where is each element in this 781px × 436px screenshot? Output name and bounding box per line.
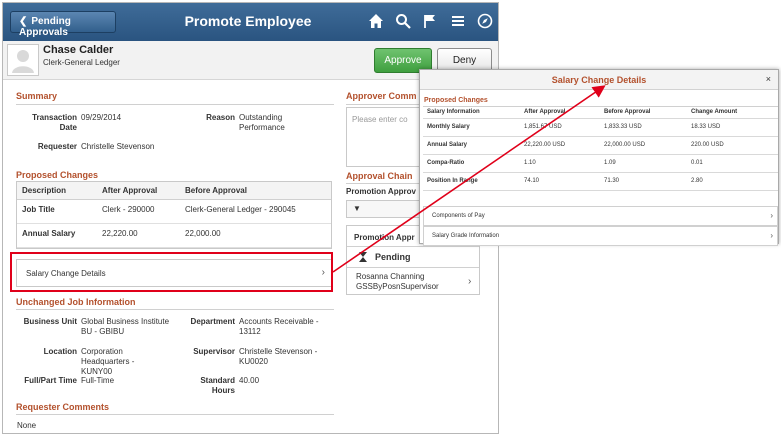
callout-arrow bbox=[332, 85, 606, 273]
screenshot-stage: ❮ Pending Approvals Promote Employee Cha… bbox=[0, 0, 781, 436]
